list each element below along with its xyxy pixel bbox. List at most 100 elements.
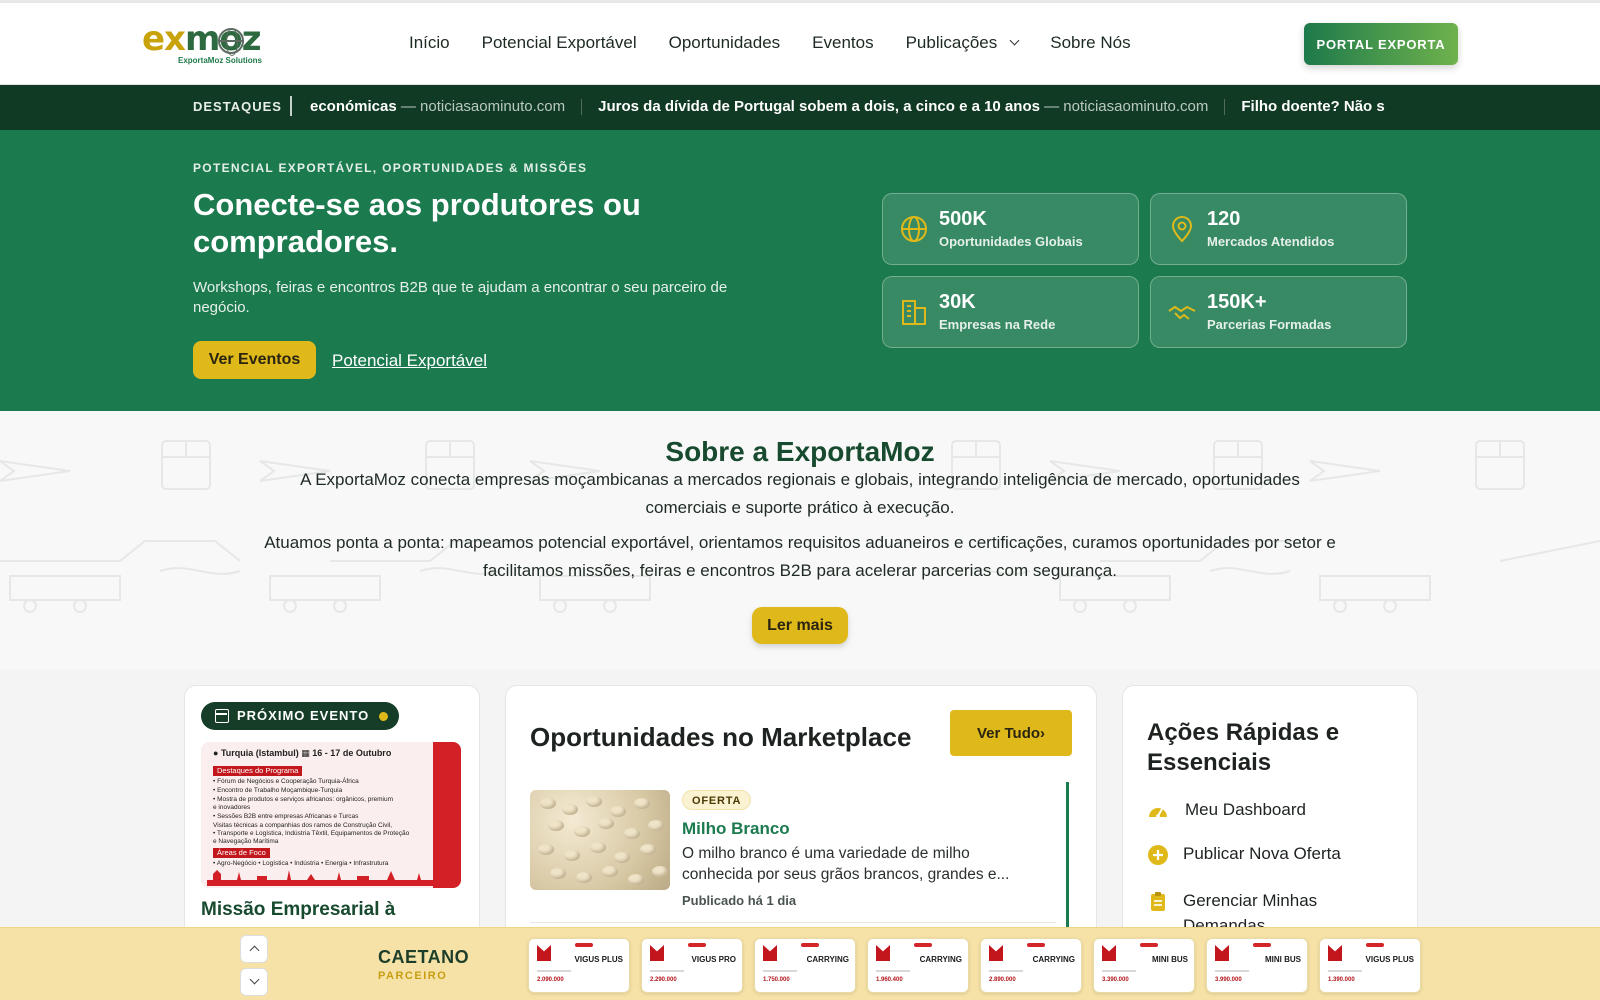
quick-action-publish-offer[interactable]: Publicar Nova Oferta	[1147, 844, 1341, 866]
partner-ad-thumbnail[interactable]: MINI BUS 3.990.000	[1206, 938, 1308, 993]
poster-line: Visitas técnicas a companhias dos ramos …	[213, 822, 393, 829]
ticker-divider	[581, 99, 583, 116]
potencial-exportavel-link[interactable]: Potencial Exportável	[332, 351, 487, 371]
chevron-down-icon	[249, 974, 260, 985]
scroll-down-button[interactable]	[240, 968, 268, 996]
quick-action-label: Publicar Nova Oferta	[1183, 844, 1341, 863]
stat-label: Parcerias Formadas	[1207, 317, 1332, 332]
ver-eventos-button[interactable]: Ver Eventos	[193, 341, 316, 379]
top-navbar: exmoz ExportaMoz Solutions Início Potenc…	[0, 0, 1600, 85]
ticker-track: económicas — noticiasaominuto.com Juros d…	[310, 98, 1410, 116]
ticker-separator	[290, 96, 292, 116]
scroll-up-button[interactable]	[240, 935, 268, 963]
poster-line: • Encontro de Trabalho Moçambique-Turqui…	[213, 787, 343, 794]
poster-line: e inovadores	[213, 804, 251, 811]
ticker-item[interactable]: Filho doente? Não s	[1241, 98, 1384, 115]
next-event-card[interactable]: PRÓXIMO EVENTO ● Turquia (Istambul) ▦ 16…	[184, 685, 480, 945]
nav-publicacoes[interactable]: Publicações	[906, 33, 1020, 53]
stat-value: 30K	[939, 291, 976, 313]
ticker-item[interactable]: económicas — noticiasaominuto.com	[310, 98, 565, 115]
poster-skyline-graphic	[207, 870, 437, 886]
map-pin-icon	[1171, 215, 1193, 243]
calendar-icon	[215, 709, 229, 723]
caetano-logo-icon	[1215, 945, 1229, 961]
next-event-badge: PRÓXIMO EVENTO	[201, 702, 400, 730]
poster-location: ● Turquia (Istambul) ▦ 16 - 17 de Outubr…	[213, 748, 392, 758]
caetano-logo-icon	[989, 945, 1003, 961]
quick-action-label: Meu Dashboard	[1185, 800, 1306, 819]
about-paragraph: Atuamos ponta a ponta: mapeamos potencia…	[264, 533, 1336, 580]
partner-ad-thumbnail[interactable]: VIGUS PLUS 1.390.000	[1319, 938, 1421, 993]
ver-tudo-button[interactable]: Ver Tudo›	[950, 710, 1072, 756]
caetano-logo-icon	[1328, 945, 1342, 961]
caetano-logo-icon	[537, 945, 551, 961]
partner-ad-thumbnail[interactable]: MINI BUS 3.390.000	[1093, 938, 1195, 993]
event-title: Missão Empresarial à	[201, 899, 396, 920]
stat-value: 120	[1207, 208, 1241, 230]
about-section: Sobre a ExportaMoz A ExportaMoz conecta …	[0, 411, 1600, 669]
chevron-up-icon	[249, 945, 260, 956]
list-divider	[530, 922, 1056, 923]
nav-sobre-nos[interactable]: Sobre Nós	[1050, 33, 1130, 53]
nav-potencial-exportavel[interactable]: Potencial Exportável	[482, 33, 637, 53]
quick-actions-title: Ações Rápidas e Essenciais	[1147, 719, 1340, 776]
quick-action-dashboard[interactable]: Meu Dashboard	[1147, 800, 1306, 822]
poster-highlights-head: Destaques do Programa	[213, 766, 303, 776]
portal-exporta-button[interactable]: PORTAL EXPORTA	[1304, 23, 1458, 65]
caetano-logo-icon	[650, 945, 664, 961]
stat-card-mercados: 120 Mercados Atendidos	[1150, 193, 1407, 265]
marketplace-card: Oportunidades no Marketplace Ver Tudo› O…	[505, 685, 1097, 945]
ticker-label: DESTAQUES	[193, 99, 282, 114]
building-icon	[902, 300, 926, 325]
partner-ad-thumbnail[interactable]: VIGUS PRO 2.290.000	[641, 938, 743, 993]
logo-globe-icon	[218, 28, 244, 56]
hero-description: Workshops, feiras e encontros B2B que te…	[193, 279, 728, 316]
ticker-divider	[1224, 99, 1226, 116]
partner-name: CAETANO	[378, 947, 470, 967]
partner-ad-thumbnail[interactable]: CARRYING 2.890.000	[980, 938, 1082, 993]
offer-badge: OFERTA	[682, 790, 752, 810]
globe-icon	[901, 216, 927, 242]
partner-banner-bar: CAETANO PARCEIRO VIGUS PLUS 2.090.000 VIG…	[0, 927, 1600, 1000]
partner-ad-thumbnail[interactable]: VIGUS PLUS 2.090.000	[528, 938, 630, 993]
offer-image[interactable]	[530, 790, 670, 890]
offer-description: O milho branco é uma variedade de milho …	[682, 845, 1010, 883]
nav-eventos[interactable]: Eventos	[812, 33, 873, 53]
partner-ad-thumbnail[interactable]: CARRYING 1.750.000	[754, 938, 856, 993]
hero-eyebrow: POTENCIAL EXPORTÁVEL, OPORTUNIDADES & MI…	[193, 161, 588, 175]
poster-line: • Mostra de produtos e serviços africano…	[213, 796, 394, 803]
marketplace-title: Oportunidades no Marketplace	[530, 722, 912, 752]
offer-title[interactable]: Milho Branco	[682, 819, 790, 839]
stat-label: Oportunidades Globais	[939, 234, 1083, 249]
poster-focus-head: Áreas de Foco	[213, 848, 270, 858]
about-paragraph: A ExportaMoz conecta empresas moçambican…	[300, 470, 1300, 517]
partner-role: PARCEIRO	[378, 970, 448, 982]
main-menu: Início Potencial Exportável Oportunidade…	[409, 33, 1163, 53]
quick-actions-card: Ações Rápidas e Essenciais Meu Dashboard…	[1122, 685, 1418, 945]
stat-value: 500K	[939, 208, 987, 230]
ler-mais-button[interactable]: Ler mais	[752, 607, 848, 644]
chevron-down-icon	[1009, 35, 1020, 46]
about-title: Sobre a ExportaMoz	[665, 436, 935, 467]
stat-label: Empresas na Rede	[939, 317, 1056, 332]
exportamoz-logo[interactable]: exmoz ExportaMoz Solutions	[142, 19, 272, 67]
dashboard-gauge-icon	[1149, 808, 1167, 818]
offer-published-date: Publicado há 1 dia	[682, 893, 797, 908]
stat-card-oportunidades: 500K Oportunidades Globais	[882, 193, 1139, 265]
handshake-icon	[1168, 305, 1196, 320]
status-dot	[379, 712, 389, 721]
nav-inicio[interactable]: Início	[409, 33, 450, 53]
list-scrollbar[interactable]	[1066, 782, 1069, 932]
poster-focus-line: • Agro-Negócio • Logística • Indústria •…	[213, 860, 389, 867]
poster-line: • Fórum de Negócios e Cooperação Turquia…	[213, 778, 359, 785]
nav-oportunidades[interactable]: Oportunidades	[669, 33, 781, 53]
stat-label: Mercados Atendidos	[1207, 234, 1335, 249]
poster-line: • Transporte e Logística, Indústria Têxt…	[213, 830, 410, 837]
hero-title: Conecte-se aos produtores ou compradores…	[193, 187, 641, 259]
poster-strip	[433, 742, 461, 888]
partner-ad-thumbnail[interactable]: CARRYING 1.960.400	[867, 938, 969, 993]
plus-circle-icon	[1148, 845, 1168, 865]
dashboard-cards: PRÓXIMO EVENTO ● Turquia (Istambul) ▦ 16…	[0, 669, 1600, 945]
poster-line: e Navegação Marítima	[213, 838, 279, 845]
ticker-item[interactable]: Juros da dívida de Portugal sobem a dois…	[598, 98, 1208, 115]
